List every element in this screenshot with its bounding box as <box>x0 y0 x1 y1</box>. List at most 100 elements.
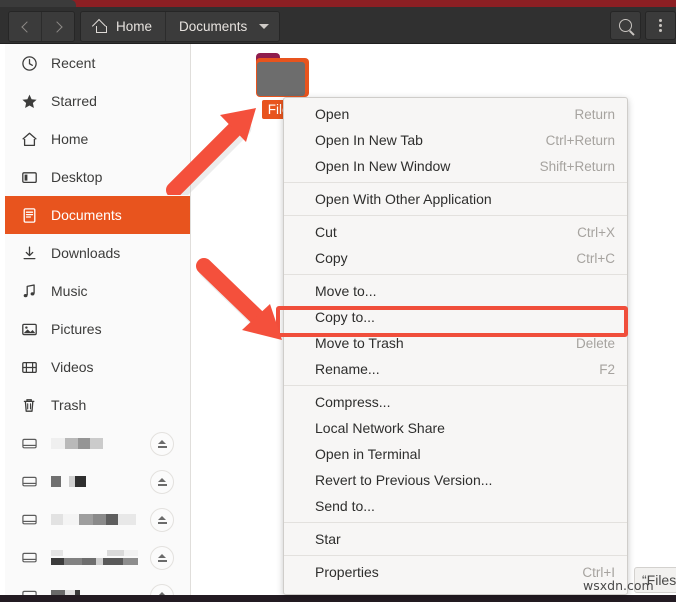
home-icon <box>21 131 38 148</box>
menu-item-accel: Ctrl+Return <box>546 133 615 148</box>
music-note-icon <box>21 283 38 300</box>
clock-icon <box>21 55 38 72</box>
document-icon <box>21 207 38 224</box>
eject-button[interactable] <box>150 508 174 532</box>
eject-icon <box>158 478 167 486</box>
sidebar-drive-item[interactable] <box>5 424 190 462</box>
drive-icon <box>21 549 38 566</box>
menu-item-accel: Ctrl+X <box>577 225 615 240</box>
chevron-left-icon <box>21 21 32 32</box>
sidebar-item-music[interactable]: Music <box>5 272 190 310</box>
menu-item-label: Copy to... <box>315 309 375 325</box>
home-icon <box>94 20 108 33</box>
desktop-icon <box>21 169 38 186</box>
sidebar-item-documents[interactable]: Documents <box>5 196 190 234</box>
path-documents-label: Documents <box>179 19 247 34</box>
menu-item-label: Revert to Previous Version... <box>315 472 492 488</box>
sidebar-item-pictures[interactable]: Pictures <box>5 310 190 348</box>
menu-separator <box>284 274 627 275</box>
redacted-drive-label <box>51 550 138 565</box>
chevron-right-icon <box>51 21 62 32</box>
main-menu-button[interactable] <box>645 11 676 40</box>
download-icon <box>21 245 38 262</box>
eject-button[interactable] <box>150 546 174 570</box>
eject-icon <box>158 440 167 448</box>
eject-icon <box>158 554 167 562</box>
menu-item-label: Local Network Share <box>315 420 445 436</box>
sidebar-drive-item[interactable] <box>5 462 190 500</box>
menu-item-label: Open <box>315 106 349 122</box>
menu-item-move-to-trash[interactable]: Move to Trash Delete <box>284 330 627 356</box>
sidebar-item-trash[interactable]: Trash <box>5 386 190 424</box>
menu-item-label: Move to Trash <box>315 335 404 351</box>
back-button[interactable] <box>9 12 42 41</box>
menu-item-rename[interactable]: Rename... F2 <box>284 356 627 382</box>
eject-button[interactable] <box>150 470 174 494</box>
menu-item-star[interactable]: Star <box>284 526 627 552</box>
sidebar-item-desktop[interactable]: Desktop <box>5 158 190 196</box>
menu-item-label: Open In New Window <box>315 158 450 174</box>
menu-item-label: Properties <box>315 564 379 580</box>
menu-item-revert-to-previous-version[interactable]: Revert to Previous Version... <box>284 467 627 493</box>
sidebar-item-label: Recent <box>51 56 95 70</box>
watermark: wsxdn.com <box>583 578 654 593</box>
search-icon <box>619 19 632 32</box>
star-icon <box>21 93 38 110</box>
window-bottom-strip <box>0 595 676 602</box>
sidebar-item-recent[interactable]: Recent <box>5 44 190 82</box>
sidebar-item-label: Desktop <box>51 170 102 184</box>
navigation-button-group <box>8 11 75 42</box>
menu-item-move-to[interactable]: Move to... <box>284 278 627 304</box>
menu-item-accel: Ctrl+C <box>576 251 615 266</box>
drive-icon <box>21 435 38 452</box>
sidebar-item-downloads[interactable]: Downloads <box>5 234 190 272</box>
menu-item-label: Cut <box>315 224 337 240</box>
menu-item-label: Move to... <box>315 283 376 299</box>
sidebar-drive-item[interactable] <box>5 576 190 595</box>
path-button-documents[interactable]: Documents <box>166 12 279 41</box>
menu-item-open-in-new-tab[interactable]: Open In New Tab Ctrl+Return <box>284 127 627 153</box>
trash-icon <box>21 397 38 414</box>
menu-item-open-in-new-window[interactable]: Open In New Window Shift+Return <box>284 153 627 179</box>
window-top-strip <box>0 0 676 7</box>
path-button-home[interactable]: Home <box>81 12 166 41</box>
drive-icon <box>21 473 38 490</box>
sidebar-item-label: Home <box>51 132 88 146</box>
menu-item-send-to[interactable]: Send to... <box>284 493 627 519</box>
redacted-drive-label <box>51 476 86 487</box>
sidebar-drive-item[interactable] <box>5 500 190 538</box>
redacted-drive-label <box>51 514 136 525</box>
menu-item-label: Send to... <box>315 498 375 514</box>
sidebar-item-starred[interactable]: Starred <box>5 82 190 120</box>
menu-separator <box>284 522 627 523</box>
menu-item-label: Open in Terminal <box>315 446 421 462</box>
menu-item-compress[interactable]: Compress... <box>284 389 627 415</box>
eject-button[interactable] <box>150 584 174 595</box>
eject-icon <box>158 516 167 524</box>
menu-item-label: Open With Other Application <box>315 191 492 207</box>
redacted-drive-label <box>51 438 103 449</box>
menu-separator <box>284 385 627 386</box>
forward-button[interactable] <box>42 12 74 41</box>
menu-item-local-network-share[interactable]: Local Network Share <box>284 415 627 441</box>
menu-item-open[interactable]: Open Return <box>284 101 627 127</box>
menu-item-cut[interactable]: Cut Ctrl+X <box>284 219 627 245</box>
sidebar-item-home[interactable]: Home <box>5 120 190 158</box>
menu-item-accel: F2 <box>599 362 615 377</box>
menu-item-label: Star <box>315 531 341 547</box>
menu-item-open-in-terminal[interactable]: Open in Terminal <box>284 441 627 467</box>
video-icon <box>21 359 38 376</box>
folder-icon <box>256 53 309 97</box>
sidebar: Recent Starred Home Desktop <box>5 44 191 595</box>
menu-item-label: Rename... <box>315 361 380 377</box>
sidebar-drive-item[interactable] <box>5 538 190 576</box>
menu-item-copy[interactable]: Copy Ctrl+C <box>284 245 627 271</box>
menu-item-properties[interactable]: Properties Ctrl+I <box>284 559 627 585</box>
menu-item-copy-to[interactable]: Copy to... <box>284 304 627 330</box>
eject-button[interactable] <box>150 432 174 456</box>
menu-item-open-with-other-application[interactable]: Open With Other Application <box>284 186 627 212</box>
sidebar-item-videos[interactable]: Videos <box>5 348 190 386</box>
sidebar-item-label: Videos <box>51 360 94 374</box>
search-button[interactable] <box>610 11 641 40</box>
sidebar-item-label: Pictures <box>51 322 102 336</box>
